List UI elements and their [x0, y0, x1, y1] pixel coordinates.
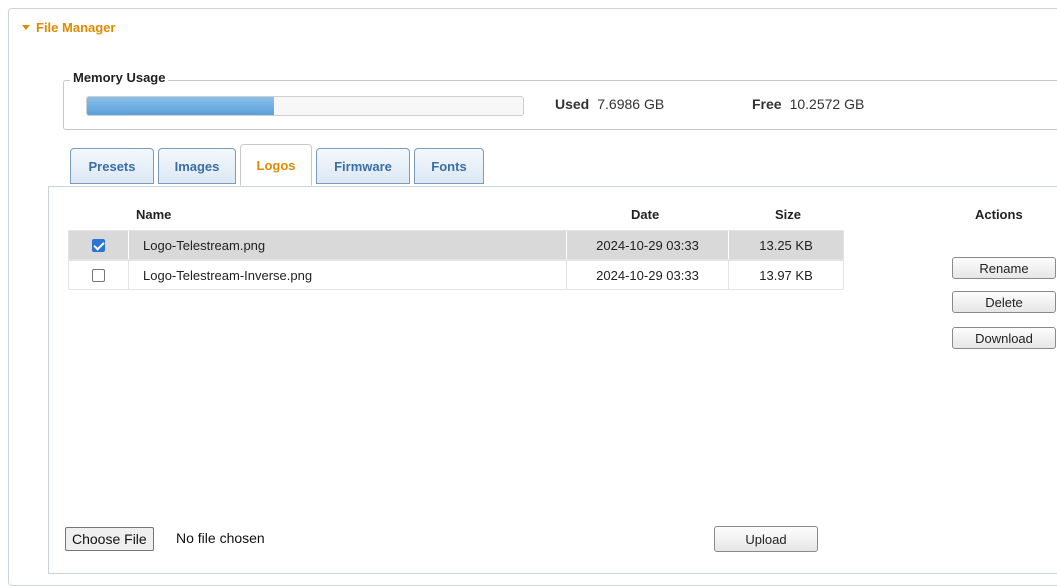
- file-date: 2024-10-29 03:33: [567, 231, 729, 259]
- collapse-arrow-icon[interactable]: [22, 25, 30, 30]
- table-row[interactable]: Logo-Telestream.png 2024-10-29 03:33 13.…: [68, 230, 844, 260]
- memory-free-stat: Free 10.2572 GB: [752, 96, 864, 112]
- row-checkbox-cell: [69, 231, 129, 259]
- memory-free-value: 10.2572 GB: [789, 96, 865, 112]
- rename-button[interactable]: Rename: [952, 257, 1056, 279]
- tab-images[interactable]: Images: [158, 148, 236, 184]
- file-date: 2024-10-29 03:33: [567, 261, 729, 289]
- file-manager-title: File Manager: [36, 20, 116, 35]
- table-row[interactable]: Logo-Telestream-Inverse.png 2024-10-29 0…: [68, 260, 844, 290]
- memory-usage-bar-fill: [87, 97, 275, 115]
- column-header-name[interactable]: Name: [136, 207, 171, 222]
- file-name: Logo-Telestream-Inverse.png: [129, 261, 567, 289]
- memory-used-value: 7.6986 GB: [597, 96, 665, 112]
- memory-used-label: Used: [555, 96, 590, 112]
- tab-logos[interactable]: Logos: [240, 144, 312, 186]
- choose-file-button[interactable]: Choose File: [65, 527, 154, 551]
- tab-fonts[interactable]: Fonts: [414, 148, 484, 184]
- tab-presets[interactable]: Presets: [70, 148, 154, 184]
- column-header-actions: Actions: [975, 207, 1023, 222]
- download-button[interactable]: Download: [952, 327, 1056, 349]
- memory-free-label: Free: [752, 96, 782, 112]
- file-size: 13.97 KB: [759, 267, 813, 283]
- no-file-chosen-text: No file chosen: [176, 530, 265, 546]
- delete-button[interactable]: Delete: [952, 291, 1056, 313]
- upload-button[interactable]: Upload: [714, 526, 818, 552]
- column-header-date[interactable]: Date: [631, 207, 659, 222]
- memory-usage-legend: Memory Usage: [70, 70, 169, 85]
- file-type-tabs: Presets Images Logos Firmware Fonts: [70, 144, 484, 186]
- column-header-size[interactable]: Size: [775, 207, 801, 222]
- row-checkbox-cell: [69, 261, 129, 289]
- memory-usage-bar: [86, 96, 524, 116]
- file-manager-header[interactable]: File Manager: [22, 20, 115, 35]
- file-size: 13.25 KB: [759, 237, 813, 253]
- file-name: Logo-Telestream.png: [129, 231, 567, 259]
- tab-firmware[interactable]: Firmware: [316, 148, 410, 184]
- row-checkbox[interactable]: [92, 268, 105, 282]
- row-checkbox[interactable]: [92, 238, 105, 252]
- memory-used-stat: Used 7.6986 GB: [555, 96, 664, 112]
